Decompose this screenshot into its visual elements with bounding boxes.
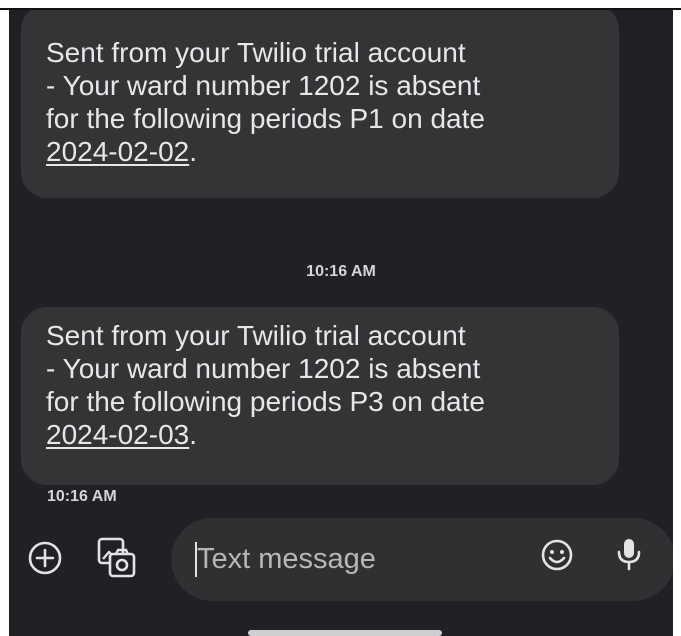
message-punctuation: . [189,136,198,167]
message-line: - Your ward number 1202 is absent [46,70,481,101]
message-bubble[interactable]: Sent from your Twilio trial account - Yo… [21,307,619,485]
conversation-screen: Sent from your Twilio trial account - Yo… [9,10,673,636]
message-line: Sent from your Twilio trial account [46,37,466,68]
message-last-line: 2024-02-03. [46,418,619,451]
date-link[interactable]: 2024-02-02 [46,136,189,167]
message-bubble[interactable]: Sent from your Twilio trial account - Yo… [21,10,619,198]
home-indicator[interactable] [248,630,442,636]
message-punctuation: . [189,419,198,450]
message-input[interactable]: Text message [171,518,673,601]
timestamp-partial: 10:16 AM [47,489,117,502]
message-line: for the following periods P3 on date [46,386,485,417]
emoji-icon[interactable] [539,537,575,573]
timestamp-text: 10:16 AM [47,489,117,502]
mic-icon[interactable] [615,536,643,574]
date-link[interactable]: 2024-02-03 [46,419,189,450]
message-last-line: 2024-02-02. [46,135,619,168]
message-line: - Your ward number 1202 is absent [46,353,481,384]
gallery-icon[interactable] [96,536,138,580]
message-line: Sent from your Twilio trial account [46,320,466,351]
message-line: for the following periods P1 on date [46,103,485,134]
timestamp: 10:16 AM [306,263,376,280]
add-icon[interactable] [27,540,63,576]
message-input-placeholder: Text message [197,543,376,575]
